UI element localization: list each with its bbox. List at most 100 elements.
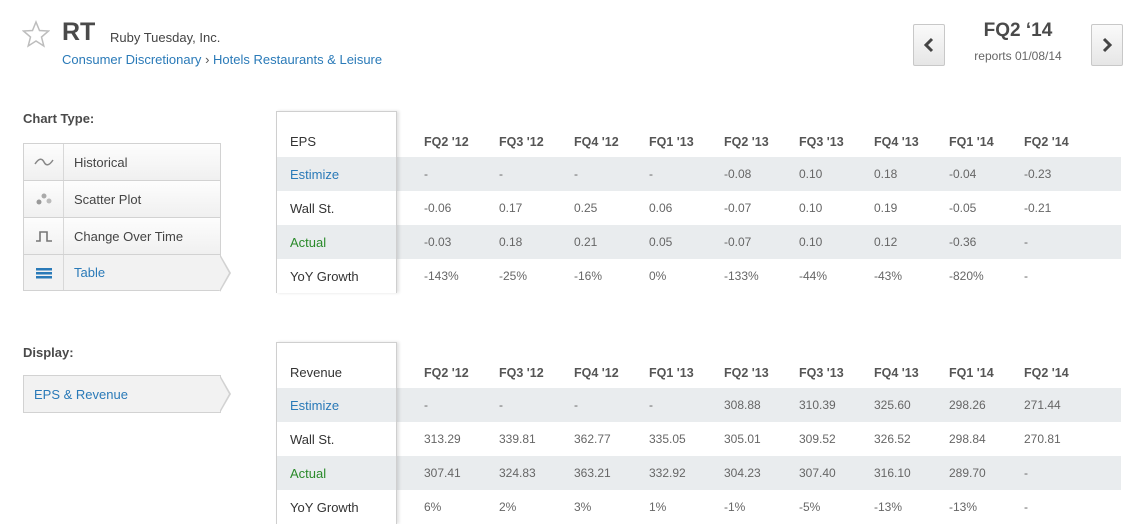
table-cell: 308.88 [724,398,761,412]
period-header: FQ2 '14 [1024,135,1069,149]
row-label-estimize[interactable]: Estimize [276,398,396,413]
period-header: FQ1 '14 [949,135,994,149]
table-cell: 325.60 [874,398,911,412]
current-period: FQ2 ‘14 [983,20,1053,41]
company-name: Ruby Tuesday, Inc. [110,30,221,45]
table-cell: 0.17 [499,201,523,215]
historical-line-icon [33,158,54,166]
report-date: reports 01/08/14 [974,49,1062,63]
table-cell: 0.06 [649,201,673,215]
table-cell: -0.36 [949,235,977,249]
chart-type-change[interactable]: Change Over Time [23,217,221,254]
period-header: FQ1 '14 [949,366,994,380]
chevron-right-icon [1102,37,1113,53]
table-cell: -0.07 [724,235,752,249]
period-header: FQ1 '13 [649,135,694,149]
previous-period-button[interactable] [913,24,945,66]
table-cell: -0.21 [1024,201,1052,215]
table-cell: -25% [499,269,528,283]
revenue-table: Revenue FQ2 '12 FQ3 '12 FQ4 '12 FQ1 '13 FQ2 '… [276,342,1121,524]
table-cell: 0.18 [499,235,523,249]
row-label-actual: Actual [290,465,327,481]
table-cell: 332.92 [649,466,686,480]
table-cell: 305.01 [724,432,761,446]
table-cell: 304.23 [724,466,761,480]
row-label-wall-st: Wall St. [290,200,335,216]
table-cell: -1% [724,500,746,514]
chart-type-label-scatter: Scatter Plot [74,191,142,207]
chart-type-label-table: Table [74,265,106,280]
display-selector[interactable]: EPS & Revenue [23,375,231,413]
chart-type-scatter[interactable]: Scatter Plot [23,180,221,217]
period-header: FQ2 '13 [724,135,769,149]
table-title: Revenue [290,365,343,380]
table-cell: - [1024,466,1028,480]
breadcrumb-separator: › [205,52,210,67]
table-cell: -0.04 [949,167,977,181]
table-row-yoy-growth: YoY Growth 6% 2% 3% 1% -1% -5% -13% -13% - [276,490,1121,524]
table-cell: 0.25 [574,201,598,215]
table-row-actual: Actual -0.03 0.18 0.21 0.05 -0.07 0.10 0.12 -0.3… [276,225,1121,259]
table-cell: -0.06 [424,201,452,215]
display-selected-value: EPS & Revenue [34,386,128,402]
table-cell: 289.70 [949,466,986,480]
table-row-wall-st: Wall St. 313.29 339.81 362.77 335.05 305.01 30… [276,422,1121,456]
table-cell: 0.21 [574,235,598,249]
table-cell: -133% [724,269,759,283]
next-period-button[interactable] [1091,24,1123,66]
period-header: FQ2 '12 [424,135,469,149]
table-cell: 0.18 [874,167,898,181]
table-cell: 270.81 [1024,432,1061,446]
period-header: FQ1 '13 [649,366,694,380]
table-cell: -5% [799,500,821,514]
table-cell: - [499,398,503,412]
table-cell: - [649,167,653,181]
table-cell: 6% [424,500,442,514]
row-label-wall-st: Wall St. [290,431,335,447]
table-row-estimize: Estimize - - - - 308.88 310.39 325.60 298.26 271.… [276,388,1121,422]
table-cell: - [1024,235,1028,249]
table-cell: - [1024,269,1028,283]
table-cell: 324.83 [499,466,536,480]
favorite-star-icon[interactable] [22,20,50,48]
table-title: EPS [290,134,317,149]
table-cell: 326.52 [874,432,911,446]
chart-type-table[interactable]: Table [23,254,231,292]
table-cell: 0.12 [874,235,898,249]
table-cell: -16% [574,269,603,283]
row-label-yoy-growth: YoY Growth [290,499,359,515]
chart-type-historical[interactable]: Historical [23,143,221,180]
table-cell: -44% [799,269,828,283]
table-cell: 307.40 [799,466,836,480]
table-cell: 0.10 [799,167,823,181]
breadcrumb: Consumer Discretionary › Hotels Restaura… [62,52,382,67]
table-cell: - [574,167,578,181]
period-header: FQ3 '12 [499,135,544,149]
scatter-plot-icon [36,193,51,205]
table-row-yoy-growth: YoY Growth -143% -25% -16% 0% -133% -44% -43% -8… [276,259,1121,293]
period-header: FQ4 '13 [874,135,919,149]
table-cell: -0.23 [1024,167,1052,181]
table-cell: 362.77 [574,432,611,446]
table-cell: -143% [424,269,459,283]
table-cell: -0.03 [424,235,452,249]
period-header: FQ4 '12 [574,366,619,380]
active-pointer [219,254,231,292]
chart-type-label: Chart Type: [23,111,95,126]
period-header: FQ2 '13 [724,366,769,380]
table-cell: -13% [949,500,978,514]
table-cell: 298.26 [949,398,986,412]
sector-link[interactable]: Consumer Discretionary [62,52,201,67]
table-cell: 310.39 [799,398,836,412]
row-label-estimize[interactable]: Estimize [276,167,396,182]
eps-table: EPS FQ2 '12 FQ3 '12 FQ4 '12 FQ1 '13 FQ2 '13 FQ… [276,111,1121,293]
table-cell: - [1024,500,1028,514]
period-header: FQ4 '13 [874,366,919,380]
table-cell: 0.05 [649,235,673,249]
table-cell: 316.10 [874,466,911,480]
table-cell: 309.52 [799,432,836,446]
table-cell: 339.81 [499,432,536,446]
ticker-symbol: RT [62,18,96,46]
table-cell: 313.29 [424,432,461,446]
industry-link[interactable]: Hotels Restaurants & Leisure [213,52,382,67]
